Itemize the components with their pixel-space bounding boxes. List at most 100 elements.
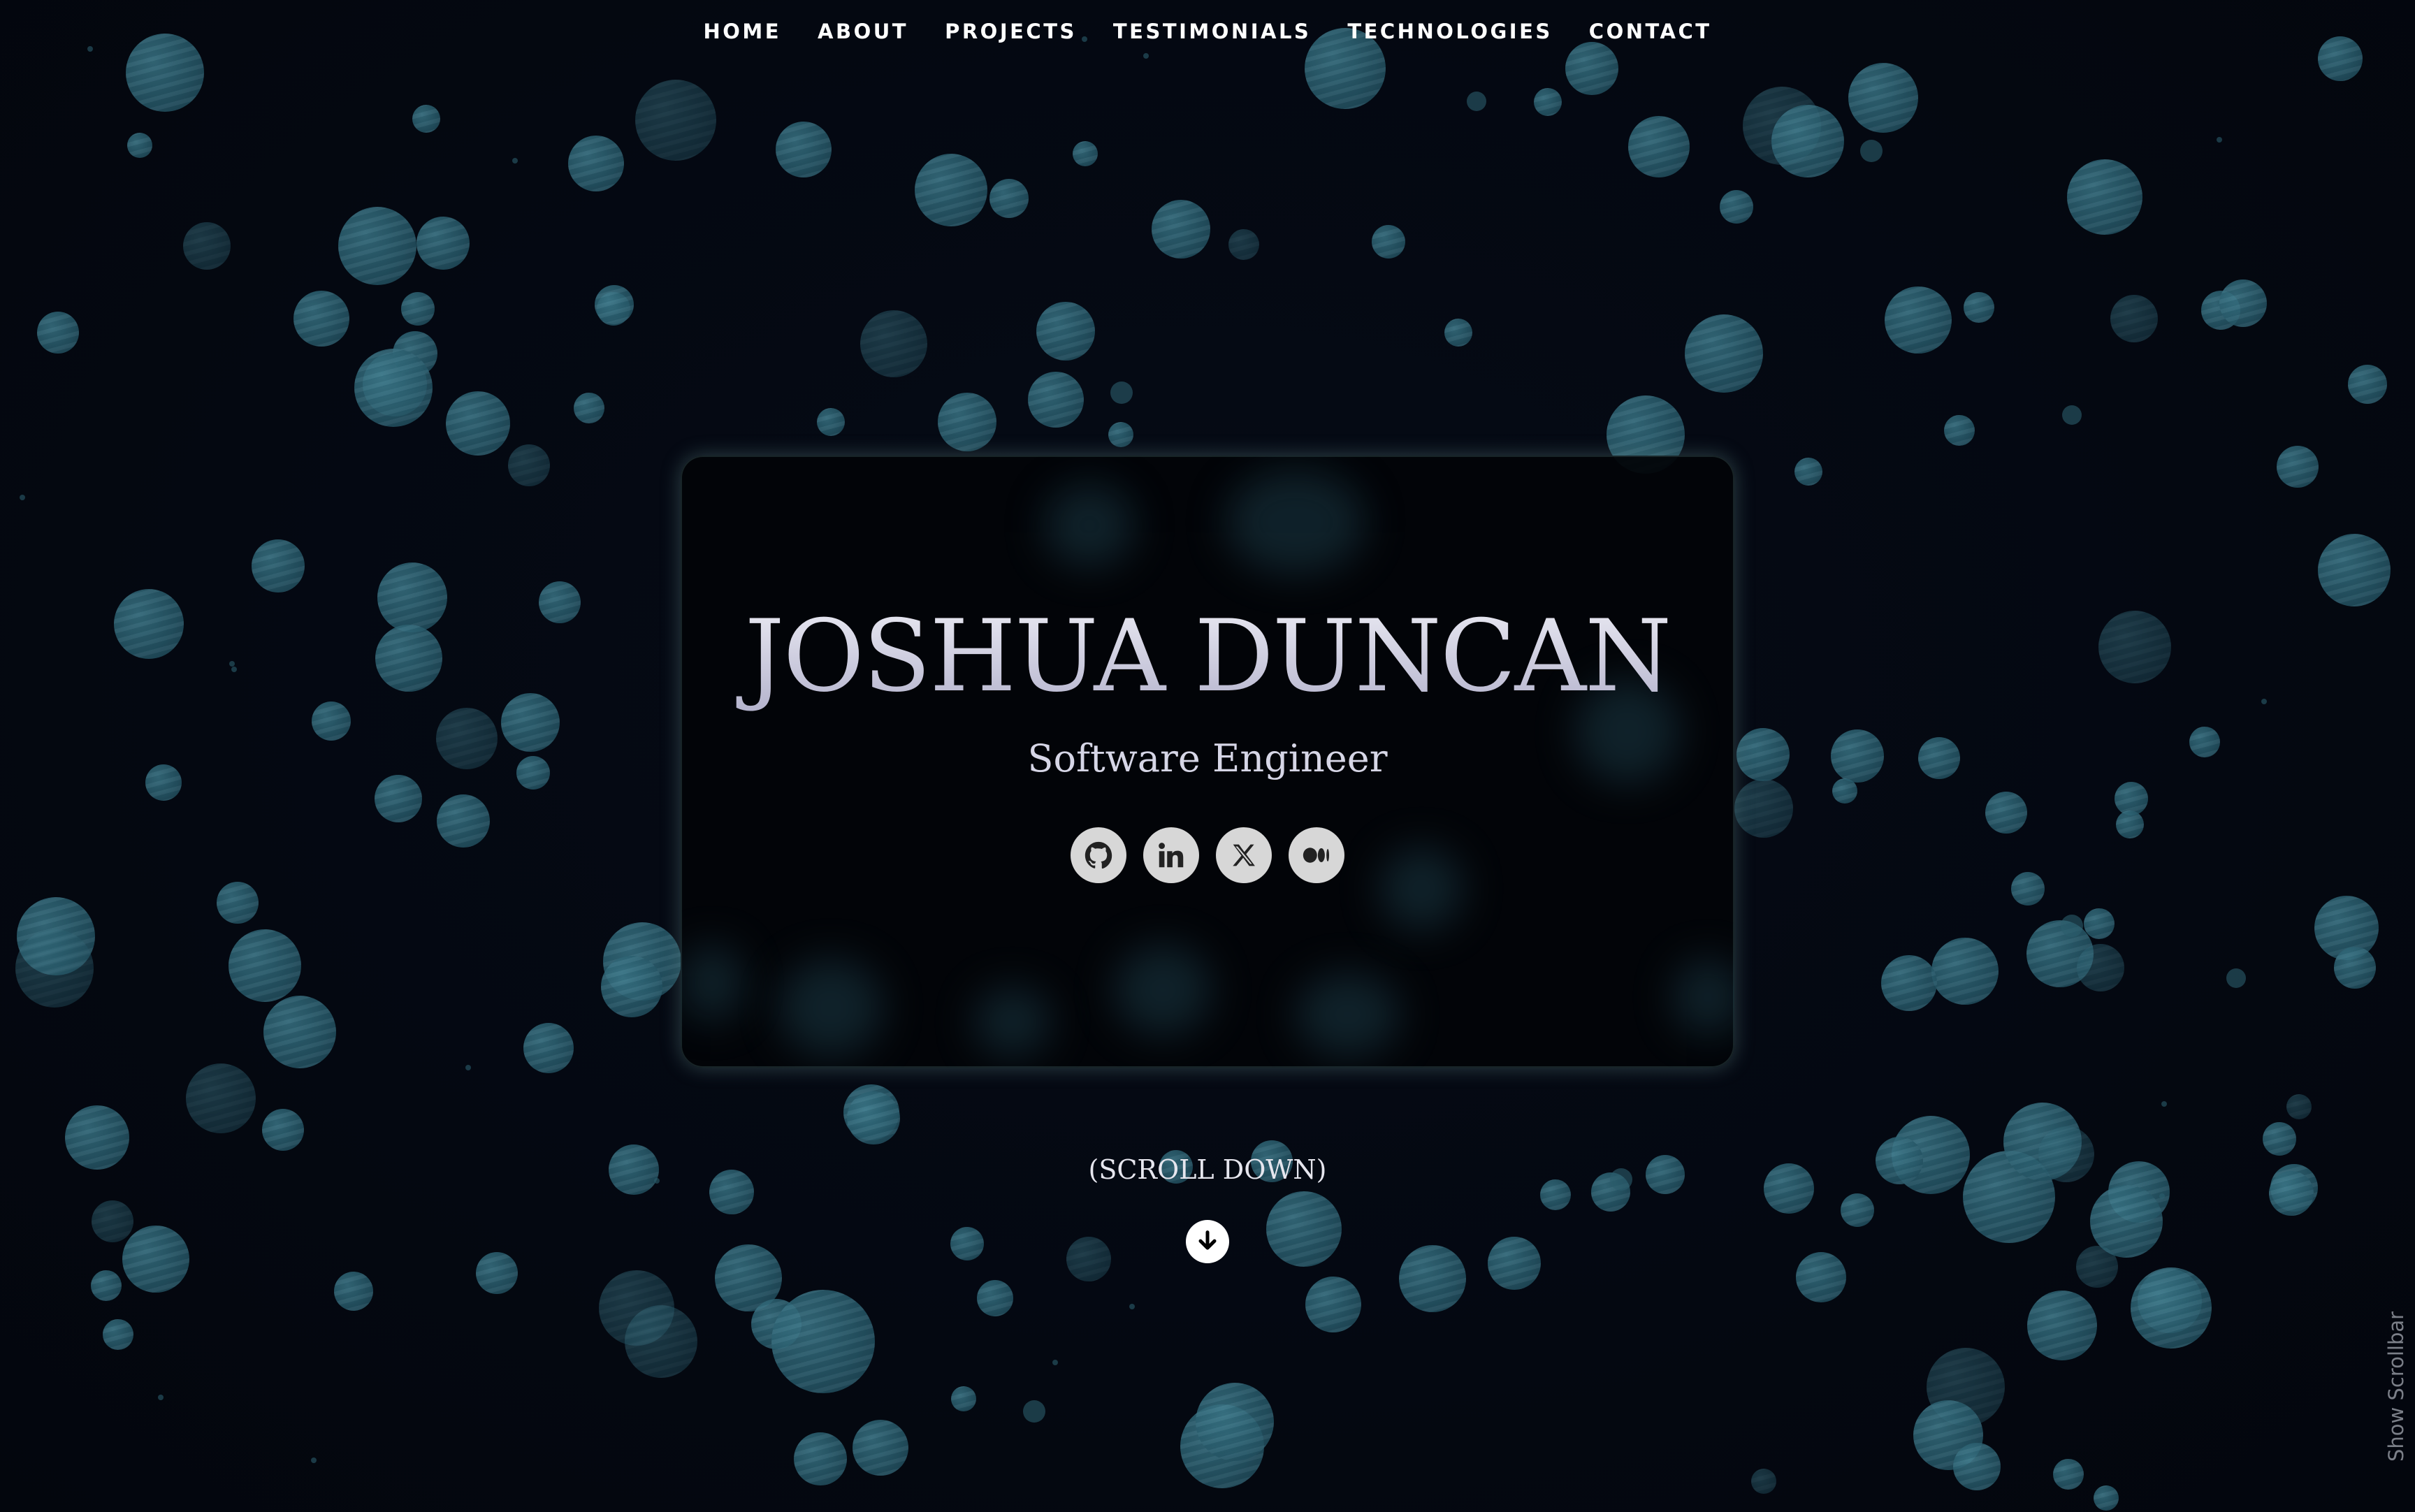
social-links [681,827,1734,883]
decorative-bubble [776,122,832,177]
decorative-bubble [1964,292,1994,323]
arrow-down-icon [1198,1230,1217,1250]
decorative-bubble [1444,319,1472,347]
card-blur-glow [778,959,883,1056]
decorative-bubble [1066,1237,1111,1281]
nav-link-about[interactable]: ABOUT [818,20,908,43]
decorative-bubble [186,1063,256,1133]
scroll-down-button[interactable] [1186,1220,1229,1263]
decorative-bubble [1794,458,1822,486]
decorative-bubble [103,1319,133,1350]
decorative-bubble [114,589,184,659]
decorative-bubble [1110,381,1133,404]
decorative-bubble [2098,611,2171,683]
hero-role: Software Engineer [1027,736,1388,780]
decorative-speck [2261,699,2267,704]
decorative-bubble [574,393,604,423]
decorative-bubble [401,292,435,326]
hero-name: JOSHUA DUNCAN [681,599,1734,714]
decorative-bubble [938,393,996,451]
linkedin-icon [1159,843,1184,868]
decorative-bubble [338,207,416,285]
decorative-bubble [847,1091,900,1144]
decorative-bubble [312,702,351,741]
decorative-bubble [1023,1400,1045,1423]
decorative-speck [158,1395,164,1400]
decorative-bubble [2189,727,2220,757]
decorative-bubble [635,80,716,161]
decorative-bubble [1931,938,1999,1005]
linkedin-button[interactable] [1143,827,1199,883]
decorative-bubble [2053,1459,2084,1490]
decorative-speck [229,661,235,667]
scroll-down-label: (SCROLL DOWN) [1088,1154,1327,1185]
decorative-bubble [37,312,79,354]
decorative-bubble [354,349,433,427]
decorative-bubble [446,391,510,456]
decorative-bubble [126,34,204,112]
nav-link-contact[interactable]: CONTACT [1589,20,1712,43]
github-button[interactable] [1071,827,1126,883]
medium-button[interactable] [1289,827,1344,883]
github-icon [1085,841,1112,869]
decorative-bubble [1720,190,1753,224]
decorative-bubble [1266,1191,1342,1267]
decorative-bubble [2027,1291,2097,1360]
decorative-bubble [2094,1485,2119,1511]
card-blur-glow [1114,945,1212,1035]
decorative-bubble [1832,778,1857,804]
decorative-bubble [2067,159,2142,235]
decorative-bubble [977,1280,1013,1316]
card-blur-glow [681,945,744,1022]
decorative-bubble [1228,229,1259,260]
decorative-bubble [1860,140,1883,162]
hero-card: JOSHUA DUNCAN Software Engineer [681,456,1734,1068]
decorative-bubble [2131,1267,2212,1349]
decorative-bubble [145,764,182,801]
decorative-bubble [951,1386,976,1411]
decorative-bubble [2263,1122,2296,1156]
decorative-bubble [1751,1469,1776,1494]
nav-link-home[interactable]: HOME [703,20,781,43]
decorative-bubble [1028,372,1084,428]
x-icon [1233,844,1255,866]
decorative-bubble [2286,1094,2312,1119]
decorative-bubble [377,562,447,632]
decorative-speck [87,46,93,52]
decorative-bubble [436,708,498,769]
decorative-bubble [1985,792,2027,834]
decorative-speck [1052,1360,1058,1365]
decorative-speck [512,158,518,163]
decorative-bubble [416,217,470,270]
decorative-bubble [1734,779,1793,838]
decorative-bubble [625,1305,697,1378]
decorative-speck [465,1065,471,1070]
decorative-bubble [1036,302,1095,361]
decorative-bubble [1841,1193,1874,1227]
decorative-bubble [1944,415,1975,446]
decorative-bubble [2334,947,2376,989]
decorative-bubble [91,1270,122,1301]
nav-link-technologies[interactable]: TECHNOLOGIES [1347,20,1552,43]
decorative-bubble [508,444,550,486]
decorative-bubble [595,285,634,324]
nav-link-testimonials[interactable]: TESTIMONIALS [1113,20,1311,43]
decorative-bubble [217,882,259,924]
decorative-bubble [2110,295,2158,342]
decorative-bubble [229,929,301,1002]
card-blur-glow [1673,959,1734,1035]
decorative-bubble [92,1200,133,1242]
x-button[interactable] [1216,827,1272,883]
decorative-bubble [1831,729,1884,783]
nav-link-projects[interactable]: PROJECTS [945,20,1077,43]
decorative-speck [311,1458,317,1463]
decorative-bubble [2062,405,2082,425]
show-scrollbar-toggle[interactable]: Show Scrollbar [2384,1301,2409,1462]
decorative-bubble [412,105,440,133]
decorative-bubble [476,1252,518,1294]
decorative-bubble [794,1432,847,1485]
decorative-bubble [568,136,624,191]
page-background: HOME ABOUT PROJECTS TESTIMONIALS TECHNOL… [0,0,2415,1512]
decorative-bubble [1196,1383,1274,1461]
decorative-bubble [2084,908,2115,939]
